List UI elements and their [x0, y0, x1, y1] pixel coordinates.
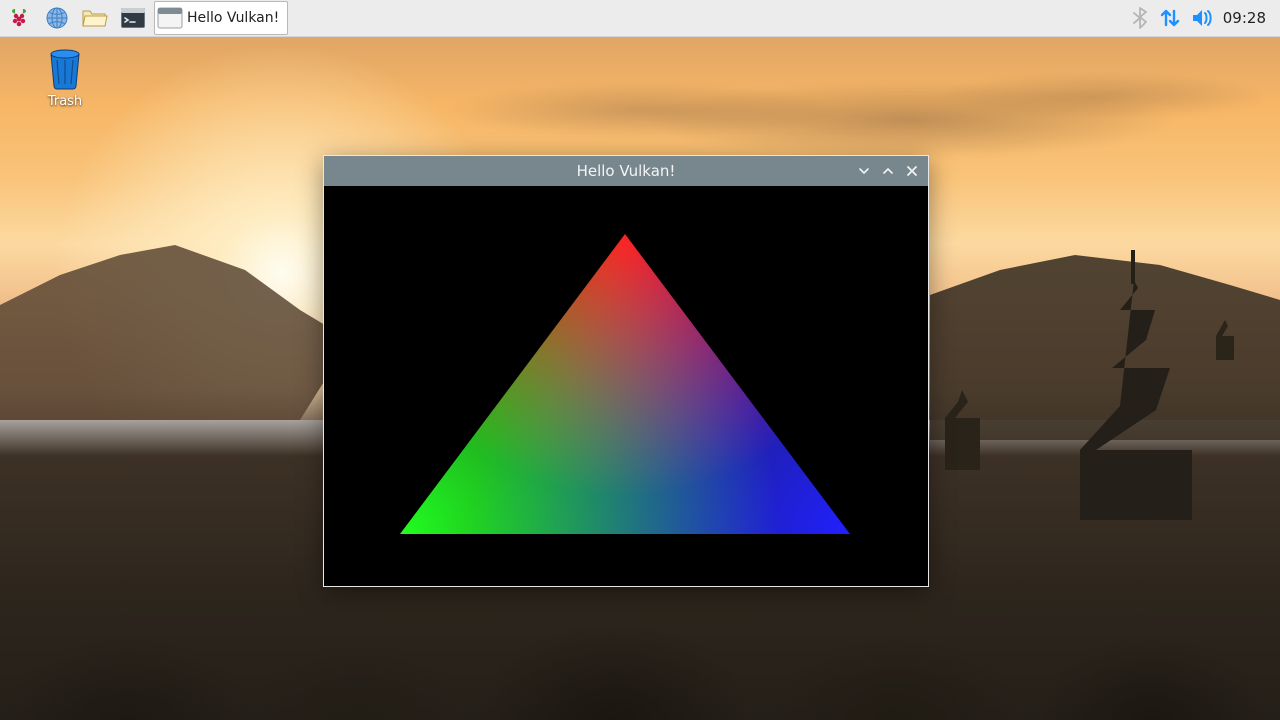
application-menu-button[interactable]	[0, 0, 38, 36]
terminal-launcher[interactable]	[114, 0, 152, 36]
web-browser-launcher[interactable]	[38, 0, 76, 36]
volume-indicator[interactable]	[1191, 8, 1213, 28]
folder-icon	[82, 7, 108, 29]
window-title: Hello Vulkan!	[324, 162, 928, 180]
raspberry-pi-icon	[7, 6, 31, 30]
vulkan-render-surface	[324, 186, 926, 586]
chevron-up-icon	[882, 165, 894, 177]
clock[interactable]: 09:28	[1223, 9, 1266, 27]
rgb-triangle	[400, 234, 850, 534]
close-icon	[906, 165, 918, 177]
window-minimize-button[interactable]	[852, 157, 876, 185]
network-indicator[interactable]	[1159, 7, 1181, 29]
taskbar: Hello Vulkan! 09:28	[0, 0, 1280, 37]
bluetooth-indicator[interactable]	[1131, 7, 1149, 29]
globe-icon	[45, 6, 69, 30]
window-hello-vulkan: Hello Vulkan!	[323, 155, 929, 587]
trash-icon	[45, 46, 85, 90]
taskbar-task-hello-vulkan[interactable]: Hello Vulkan!	[154, 1, 288, 35]
window-close-button[interactable]	[900, 157, 924, 185]
terminal-icon	[121, 8, 145, 28]
network-updown-icon	[1159, 7, 1181, 29]
volume-icon	[1191, 8, 1213, 28]
file-manager-launcher[interactable]	[76, 0, 114, 36]
bluetooth-icon	[1131, 7, 1149, 29]
desktop-icon-label: Trash	[48, 94, 82, 109]
chevron-down-icon	[858, 165, 870, 177]
window-maximize-button[interactable]	[876, 157, 900, 185]
window-icon	[157, 7, 183, 29]
system-tray: 09:28	[1131, 7, 1280, 29]
window-titlebar[interactable]: Hello Vulkan!	[324, 156, 928, 186]
taskbar-task-label: Hello Vulkan!	[187, 10, 279, 26]
desktop-icon-trash[interactable]: Trash	[30, 46, 100, 109]
